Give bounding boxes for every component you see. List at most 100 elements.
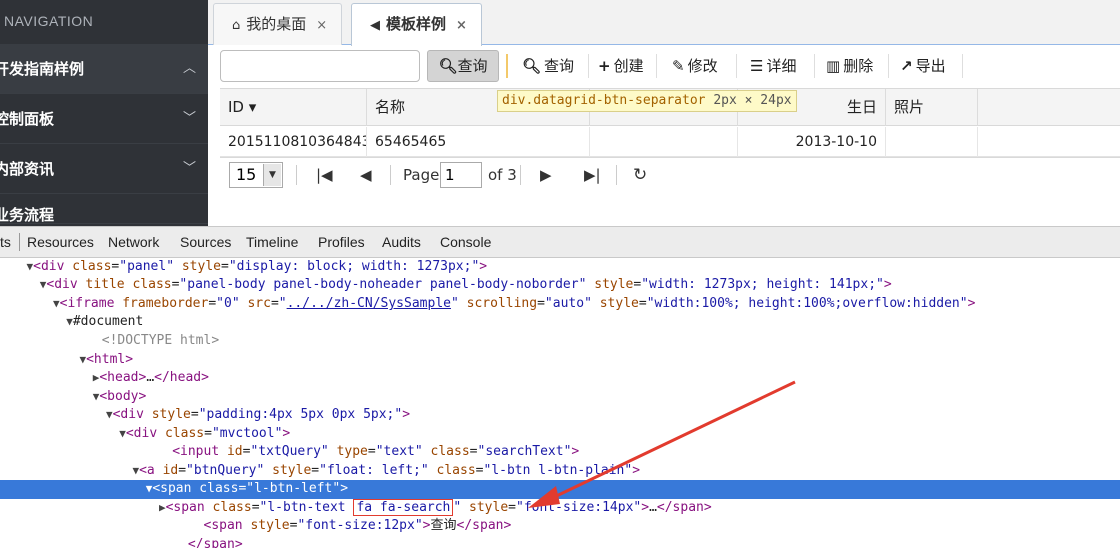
dom-tree: ▼<div class="panel" style="display: bloc… (0, 258, 1120, 548)
devtools-tab-bar: ts Resources Network Sources Timeline Pr… (0, 226, 1120, 258)
search-icon: 🔍︎ (438, 57, 458, 75)
divider (19, 233, 20, 251)
page-total: of 3 (488, 166, 517, 184)
edit-button[interactable]: ✎ 修改 (672, 50, 718, 82)
edit-icon: ✎ (672, 57, 685, 75)
toolbar: 🔍︎查询 🔍︎ 查询 + 创建 ✎ 修改 ☰ 详细 ▥ 删除 ↗ 导出 (220, 50, 1120, 82)
delete-button[interactable]: ▥ 删除 (826, 50, 873, 82)
chevron-up-icon: ︿ (182, 61, 196, 76)
divider (736, 54, 737, 78)
next-page-icon[interactable]: ▶ (540, 158, 552, 192)
dom-node[interactable]: </span> (0, 536, 1120, 548)
refresh-icon[interactable]: ↻ (633, 158, 647, 192)
edit-label: 修改 (687, 57, 718, 75)
list-icon: ☰ (750, 57, 764, 75)
devtools-tab-sources[interactable]: Sources (180, 227, 231, 257)
plus-icon: + (598, 57, 611, 75)
sidebar-item-label: 开发指南样例 (0, 60, 85, 78)
search-icon: 🔍︎ (522, 57, 542, 75)
export-icon: ↗ (900, 57, 913, 75)
tooltip-size: 2px × 24px (713, 93, 792, 108)
bullhorn-icon: ◀ (370, 18, 380, 33)
divider (588, 54, 589, 78)
dom-node[interactable]: ▼<body> (0, 388, 1120, 407)
dom-node[interactable]: ▼<html> (0, 351, 1120, 370)
query-button[interactable]: 🔍︎ 查询 (522, 50, 574, 82)
inspector-tooltip: div.datagrid-btn-separator 2px × 24px (497, 90, 797, 112)
query-label: 查询 (457, 57, 488, 75)
export-button[interactable]: ↗ 导出 (900, 50, 946, 82)
dom-node[interactable]: ▼<a id="btnQuery" style="float: left;" c… (0, 462, 1120, 481)
divider (296, 165, 297, 185)
page-label: Page (403, 166, 440, 184)
chevron-down-icon: ﹀ (182, 111, 196, 126)
dom-node[interactable]: ▶<span class="l-btn-text fa fa-search " s… (0, 499, 1120, 518)
datagrid-btn-separator (506, 54, 508, 78)
sidebar-item-label: 业务流程 (0, 206, 55, 224)
tooltip-selector: div.datagrid-btn-separator (502, 93, 706, 108)
dom-node[interactable]: ▼<div title class="panel-body panel-body… (0, 276, 1120, 295)
column-header-id[interactable]: ID ▾ (220, 89, 367, 126)
divider (888, 54, 889, 78)
cell-birthday: 2013-10-10 (738, 127, 886, 157)
close-icon[interactable]: × (316, 18, 327, 33)
devtools-tab-timeline[interactable]: Timeline (246, 227, 298, 257)
page-size-value: 15 (236, 165, 257, 184)
dom-node[interactable]: ▶<head>…</head> (0, 369, 1120, 388)
tab-bar: ⌂ 我的桌面 × ◀ 模板样例 × (208, 0, 1120, 46)
devtools-tab-resources[interactable]: Resources (27, 227, 94, 257)
sidebar-item-label: 控制面板 (0, 110, 55, 128)
dom-node[interactable]: <span style="font-size:12px">查询</span> (0, 517, 1120, 536)
devtools-tab-console[interactable]: Console (440, 227, 491, 257)
devtools-tab-audits[interactable]: Audits (382, 227, 421, 257)
first-page-icon[interactable]: |◀ (316, 158, 333, 192)
sidebar-item-label: 内部资讯 (0, 160, 55, 178)
divider (656, 54, 657, 78)
create-button[interactable]: + 创建 (598, 50, 644, 82)
dropdown-arrow-icon: ▼ (263, 164, 281, 186)
prev-page-icon[interactable]: ◀ (360, 158, 372, 192)
detail-button[interactable]: ☰ 详细 (750, 50, 796, 82)
divider (616, 165, 617, 185)
close-icon[interactable]: × (456, 18, 467, 33)
dom-node[interactable]: ▼<iframe frameborder="0" src="../../zh-C… (0, 295, 1120, 314)
tab-my-desktop[interactable]: ⌂ 我的桌面 × (213, 3, 343, 45)
dom-node[interactable]: ▼#document (0, 313, 1120, 332)
table-row[interactable]: 2015110810364843 65465465 2013-10-10 (220, 127, 1120, 157)
dom-node[interactable]: <!DOCTYPE html> (0, 332, 1120, 351)
column-header-photo[interactable]: 照片 (886, 89, 978, 126)
pagination: 15 ▼ |◀ ◀ Page 1 of 3 ▶ ▶| ↻ (220, 157, 1120, 191)
sidebar-item-internal-news[interactable]: 内部资讯 ﹀ (0, 144, 208, 194)
devtools-tab-elements[interactable]: ts (0, 227, 11, 257)
tab-template-sample[interactable]: ◀ 模板样例 × (351, 3, 482, 46)
cell-name: 65465465 (367, 127, 590, 157)
dom-node[interactable]: ▼<div class="panel" style="display: bloc… (0, 258, 1120, 277)
tab-label: 我的桌面 (246, 15, 307, 33)
sidebar-item-dev-guide[interactable]: 开发指南样例 ︿ (0, 44, 208, 94)
dom-node-selected[interactable]: ▼<span class="l-btn-left"> (0, 480, 1120, 499)
dom-node[interactable]: ▼<div style="padding:4px 5px 0px 5px;"> (0, 406, 1120, 425)
devtools-tab-profiles[interactable]: Profiles (318, 227, 365, 257)
page-size-select[interactable]: 15 ▼ (229, 162, 283, 188)
cell-id: 2015110810364843 (220, 127, 367, 157)
highlight-box: fa fa-search (353, 499, 454, 516)
sidebar-item-business-flow[interactable]: 业务流程 (0, 194, 208, 224)
divider (814, 54, 815, 78)
dom-node[interactable]: <input id="txtQuery" type="text" class="… (0, 443, 1120, 462)
chevron-down-icon: ﹀ (182, 161, 196, 176)
screen: NAVIGATION 开发指南样例 ︿ 控制面板 ﹀ 内部资讯 ﹀ 业务流程 ⌂… (0, 0, 1120, 548)
devtools-tab-network[interactable]: Network (108, 227, 159, 257)
sidebar-item-control-panel[interactable]: 控制面板 ﹀ (0, 94, 208, 144)
last-page-icon[interactable]: ▶| (584, 158, 601, 192)
delete-label: 删除 (843, 57, 874, 75)
main-content: ⌂ 我的桌面 × ◀ 模板样例 × 🔍︎查询 🔍︎ 查询 + 创建 ✎ 修改 ☰… (208, 0, 1120, 226)
query-button-main[interactable]: 🔍︎查询 (427, 50, 499, 82)
divider (962, 54, 963, 78)
sidebar: NAVIGATION 开发指南样例 ︿ 控制面板 ﹀ 内部资讯 ﹀ 业务流程 (0, 0, 208, 226)
cell-photo (886, 127, 978, 157)
page-number-input[interactable]: 1 (440, 162, 482, 188)
search-input[interactable] (220, 50, 420, 82)
dom-node[interactable]: ▼<div class="mvctool"> (0, 425, 1120, 444)
cell-hidden (590, 127, 738, 157)
nav-title: NAVIGATION (4, 13, 94, 29)
